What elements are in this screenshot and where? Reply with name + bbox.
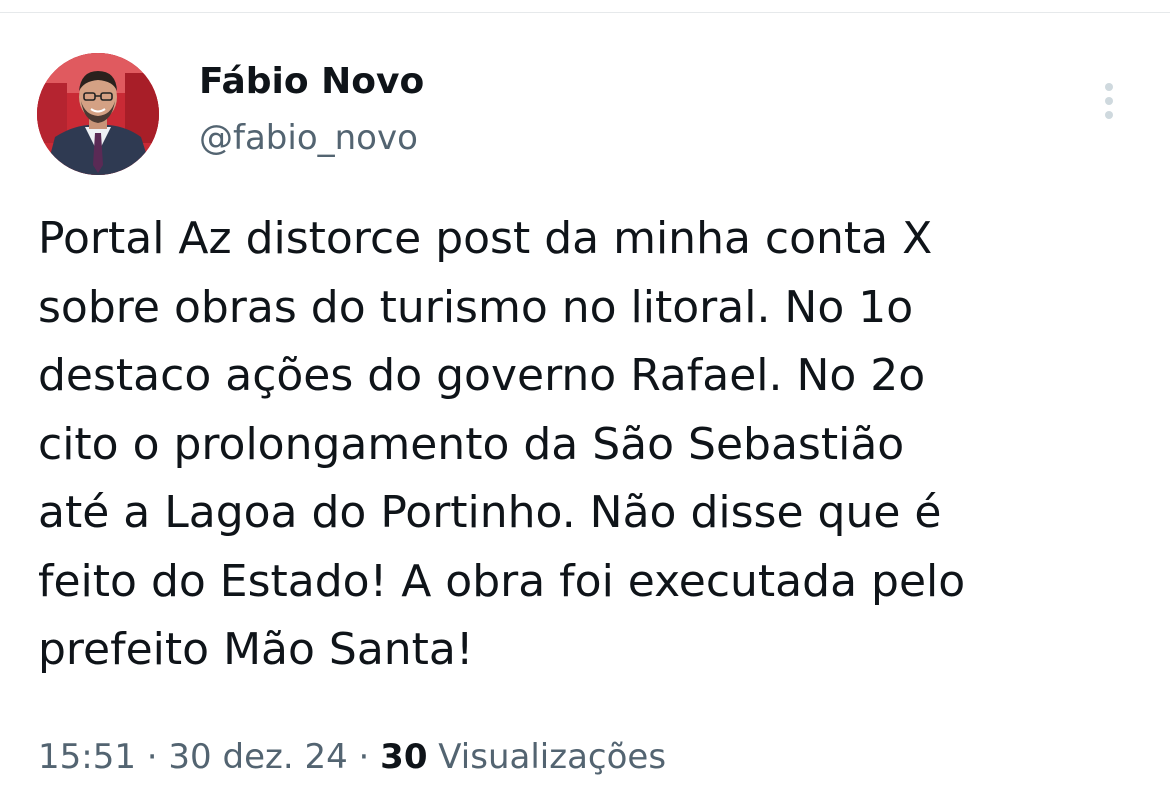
tweet-card: Fábio Novo @fabio_novo Portal Az distorc…	[0, 0, 1170, 807]
more-options-button[interactable]	[1094, 76, 1124, 126]
tweet-line: sobre obras do turismo no litoral. No 1o	[38, 281, 914, 333]
tweet-metadata: 15:51 · 30 dez. 24 · 30 Visualizações	[38, 732, 666, 782]
tweet-line: até a Lagoa do Portinho. Não disse que é	[38, 487, 942, 538]
avatar[interactable]	[37, 53, 159, 175]
meta-separator: ·	[347, 737, 381, 777]
tweet-date[interactable]: 30 dez. 24	[168, 737, 347, 777]
views-count: 30	[380, 737, 428, 777]
tweet-time[interactable]: 15:51	[38, 737, 136, 777]
tweet-line: destaco ações do governo Rafael. No 2o	[38, 350, 926, 401]
tweet-line: cito o prolongamento da São Sebastião	[38, 418, 905, 470]
tweet-line: prefeito Mão Santa!	[38, 624, 474, 675]
author-display-name[interactable]: Fábio Novo	[199, 60, 424, 104]
views-label: Visualizações	[438, 737, 667, 777]
tweet-line: Portal Az distorce post da minha conta X	[38, 213, 933, 264]
more-vertical-icon	[1105, 83, 1113, 119]
tweet-text: Portal Az distorce post da minha conta X…	[38, 205, 1148, 685]
profile-photo	[37, 53, 159, 175]
meta-separator: ·	[135, 737, 169, 777]
tweet-line: feito do Estado! A obra foi executada pe…	[38, 555, 966, 607]
divider	[0, 12, 1170, 13]
author-handle[interactable]: @fabio_novo	[199, 116, 418, 160]
